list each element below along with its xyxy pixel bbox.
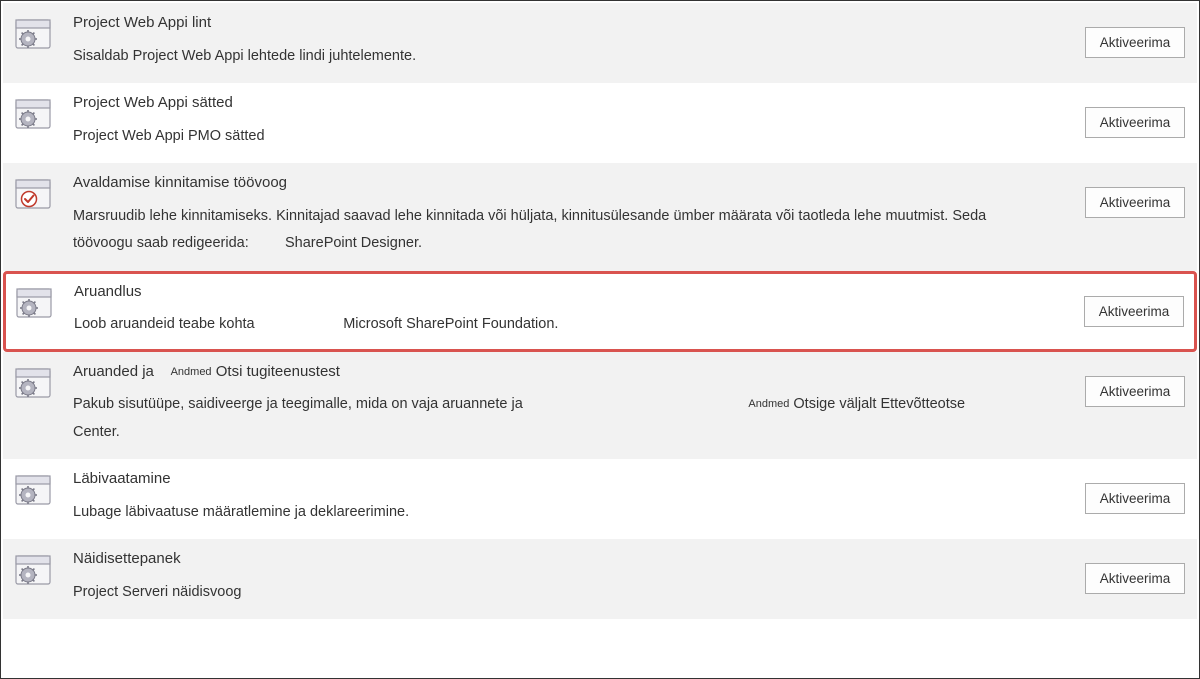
feature-icon-cell	[15, 93, 69, 131]
activate-button[interactable]: Aktiveerima	[1085, 187, 1185, 218]
feature-row: Läbivaatamine Lubage läbivaatuse määratle…	[3, 459, 1197, 539]
feature-icon-cell	[15, 469, 69, 507]
feature-action-cell: Aktiveerima	[1065, 362, 1185, 407]
feature-row: Project Web Appi sätted Project Web Appi …	[3, 83, 1197, 163]
feature-title: Project Web Appi lint	[73, 13, 1045, 33]
feature-action-cell: Aktiveerima	[1065, 13, 1185, 58]
feature-description: Marsruudib lehe kinnitamiseks. Kinnitaja…	[73, 203, 1045, 258]
feature-action-cell: Aktiveerima	[1065, 469, 1185, 514]
feature-gear-icon	[15, 473, 51, 507]
feature-description: Sisaldab Project Web Appi lehtede lindi …	[73, 43, 1045, 71]
feature-gear-icon	[15, 17, 51, 51]
activate-button[interactable]: Aktiveerima	[1085, 27, 1185, 58]
workflow-check-icon	[15, 177, 51, 211]
feature-title: Läbivaatamine	[73, 469, 1045, 489]
feature-list: Project Web Appi lint Sisaldab Project We…	[3, 3, 1197, 619]
activate-button[interactable]: Aktiveerima	[1085, 107, 1185, 138]
feature-description: Project Web Appi PMO sätted	[73, 123, 1045, 151]
feature-description: Pakub sisutüüpe, saidiveerge ja teegimal…	[73, 391, 1045, 446]
feature-action-cell: Aktiveerima	[1064, 282, 1184, 327]
feature-row: Avaldamise kinnitamise töövoog Marsruudib…	[3, 163, 1197, 271]
feature-icon-cell	[15, 549, 69, 587]
feature-icon-cell	[15, 13, 69, 51]
feature-title: Aruandlus	[74, 282, 1044, 302]
feature-text-cell: Näidisettepanek Project Serveri näidisvoo…	[69, 549, 1065, 606]
feature-row: Aruanded ja Andmed Otsi tugiteenustest Pa…	[3, 352, 1197, 460]
feature-row: Aruandlus Loob aruandeid teabe kohta Micr…	[3, 271, 1197, 352]
feature-action-cell: Aktiveerima	[1065, 549, 1185, 594]
feature-gear-icon	[15, 97, 51, 131]
activate-button[interactable]: Aktiveerima	[1085, 563, 1185, 594]
feature-text-cell: Läbivaatamine Lubage läbivaatuse määratle…	[69, 469, 1065, 526]
activate-button[interactable]: Aktiveerima	[1085, 376, 1185, 407]
feature-title: Avaldamise kinnitamise töövoog	[73, 173, 1045, 193]
feature-title: Aruanded ja Andmed Otsi tugiteenustest	[73, 362, 1045, 382]
feature-text-cell: Project Web Appi lint Sisaldab Project We…	[69, 13, 1065, 70]
feature-action-cell: Aktiveerima	[1065, 173, 1185, 218]
feature-text-cell: Aruandlus Loob aruandeid teabe kohta Micr…	[70, 282, 1064, 339]
activate-button[interactable]: Aktiveerima	[1084, 296, 1184, 327]
feature-text-cell: Project Web Appi sätted Project Web Appi …	[69, 93, 1065, 150]
feature-text-cell: Aruanded ja Andmed Otsi tugiteenustest Pa…	[69, 362, 1065, 447]
feature-gear-icon	[15, 553, 51, 587]
feature-icon-cell	[15, 173, 69, 211]
feature-row: Näidisettepanek Project Serveri näidisvoo…	[3, 539, 1197, 619]
feature-row: Project Web Appi lint Sisaldab Project We…	[3, 3, 1197, 83]
feature-description: Project Serveri näidisvoog	[73, 579, 1045, 607]
feature-gear-icon	[15, 366, 51, 400]
feature-icon-cell	[16, 282, 70, 320]
feature-title: Näidisettepanek	[73, 549, 1045, 569]
feature-gear-icon	[16, 286, 52, 320]
feature-title: Project Web Appi sätted	[73, 93, 1045, 113]
feature-text-cell: Avaldamise kinnitamise töövoog Marsruudib…	[69, 173, 1065, 258]
feature-action-cell: Aktiveerima	[1065, 93, 1185, 138]
feature-description: Loob aruandeid teabe kohta Microsoft Sha…	[74, 311, 1044, 339]
feature-icon-cell	[15, 362, 69, 400]
activate-button[interactable]: Aktiveerima	[1085, 483, 1185, 514]
feature-description: Lubage läbivaatuse määratlemine ja dekla…	[73, 499, 1045, 527]
